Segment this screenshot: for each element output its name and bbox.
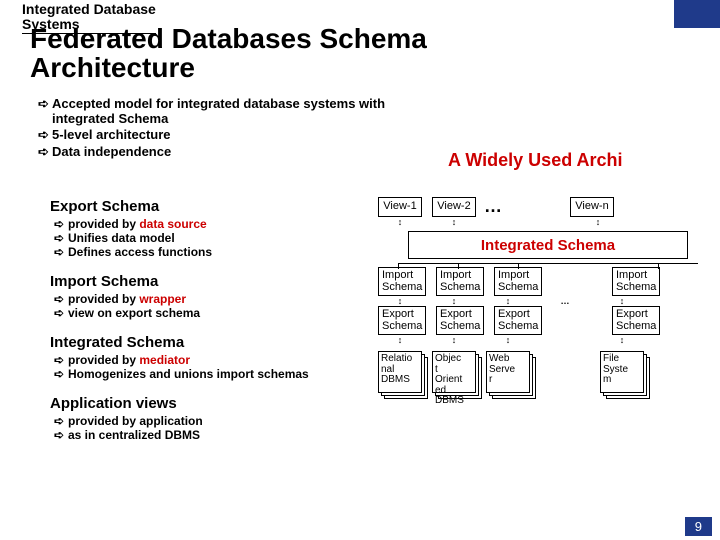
db-stack: File Syste m <box>600 351 644 397</box>
section-heading: Application views <box>50 395 360 412</box>
export-schema-box: Export Schema <box>494 306 542 335</box>
db-stack: Web Serve r <box>486 351 530 397</box>
decor-blue-block <box>674 0 720 28</box>
section-application-views: Application views ➪provided by applicati… <box>50 395 360 442</box>
connectors: ↕ ↕ ↕ … ↕ <box>378 296 718 306</box>
views-row: View-1 View-2 … View-n <box>378 196 718 217</box>
updown-icon: ↕ <box>432 296 476 306</box>
connectors: ↕ ↕ ↕ ↕ <box>378 335 718 345</box>
arrow-icon: ➪ <box>38 96 52 126</box>
db-row: Relatio nal DBMS Objec t Orient ed DBMS … <box>378 351 718 397</box>
bullet-text: Data independence <box>52 144 171 160</box>
updown-icon: ↕ <box>600 296 644 306</box>
view-box: View-2 <box>432 197 476 217</box>
export-schema-box: Export Schema <box>436 306 484 335</box>
integrated-schema-box: Integrated Schema <box>408 231 688 259</box>
updown-icon: ↕ <box>378 217 422 227</box>
slide-title: Federated Databases Schema Architecture <box>30 24 427 83</box>
view-box: View-n <box>570 197 614 217</box>
item-text: provided by <box>68 217 139 231</box>
item-text: Unifies data model <box>68 231 175 245</box>
updown-icon: ↕ <box>576 217 620 227</box>
updown-icon: ↕ <box>378 335 422 345</box>
arrow-icon: ➪ <box>54 231 68 245</box>
connectors: ↕ ↕ ↕ <box>378 217 718 227</box>
export-row: Export Schema Export Schema Export Schem… <box>378 306 718 335</box>
item-text: Defines access functions <box>68 245 212 259</box>
updown-icon: ↕ <box>600 335 644 345</box>
section-heading: Export Schema <box>50 198 360 215</box>
updown-icon: ↕ <box>432 217 476 227</box>
arrow-icon: ➪ <box>54 245 68 259</box>
section-heading: Integrated Schema <box>50 334 360 351</box>
updown-icon: ↕ <box>432 335 476 345</box>
item-red: mediator <box>139 353 190 367</box>
bullet-text: 5-level architecture <box>52 127 171 143</box>
arrow-icon: ➪ <box>54 306 68 320</box>
section-import-schema: Import Schema ➪provided by wrapper ➪view… <box>50 273 360 320</box>
top-bullets: ➪Accepted model for integrated database … <box>38 96 438 161</box>
updown-icon: ↕ <box>486 335 530 345</box>
updown-icon: ↕ <box>378 296 422 306</box>
arrow-icon: ➪ <box>54 353 68 367</box>
arrow-icon: ➪ <box>54 217 68 231</box>
item-text: provided by <box>68 292 139 306</box>
db-stack: Objec t Orient ed DBMS <box>432 351 476 397</box>
view-box: View-1 <box>378 197 422 217</box>
import-row: Import Schema Import Schema Import Schem… <box>378 267 718 296</box>
arrow-icon: ➪ <box>54 367 68 381</box>
import-schema-box: Import Schema <box>494 267 542 296</box>
arrow-icon: ➪ <box>54 428 68 442</box>
arrow-icon: ➪ <box>54 414 68 428</box>
hbar <box>398 263 698 264</box>
sections: Export Schema ➪provided by data source ➪… <box>50 198 360 456</box>
arrow-icon: ➪ <box>54 292 68 306</box>
export-schema-box: Export Schema <box>612 306 660 335</box>
item-text: view on export schema <box>68 306 200 320</box>
ellipsis-icon: … <box>530 296 600 306</box>
import-schema-box: Import Schema <box>378 267 426 296</box>
arrow-icon: ➪ <box>38 144 52 160</box>
item-red: data source <box>139 217 206 231</box>
item-text: provided by <box>68 353 139 367</box>
slide-number: 9 <box>685 517 712 536</box>
section-export-schema: Export Schema ➪provided by data source ➪… <box>50 198 360 259</box>
architecture-diagram: View-1 View-2 … View-n ↕ ↕ ↕ Integrated … <box>378 196 718 397</box>
ellipsis-icon: … <box>476 196 510 217</box>
item-text: provided by application <box>68 414 203 428</box>
item-text: Homogenizes and unions import schemas <box>68 367 309 381</box>
export-schema-box: Export Schema <box>378 306 426 335</box>
section-heading: Import Schema <box>50 273 360 290</box>
updown-icon: ↕ <box>486 296 530 306</box>
arrow-icon: ➪ <box>38 127 52 143</box>
item-text: as in centralized DBMS <box>68 428 200 442</box>
section-integrated-schema: Integrated Schema ➪provided by mediator … <box>50 334 360 381</box>
import-schema-box: Import Schema <box>436 267 484 296</box>
import-schema-box: Import Schema <box>612 267 660 296</box>
item-red: wrapper <box>139 292 186 306</box>
bullet-text: Accepted model for integrated database s… <box>52 96 438 126</box>
db-stack: Relatio nal DBMS <box>378 351 422 397</box>
subtitle-widely-used: A Widely Used Archi <box>448 150 623 171</box>
